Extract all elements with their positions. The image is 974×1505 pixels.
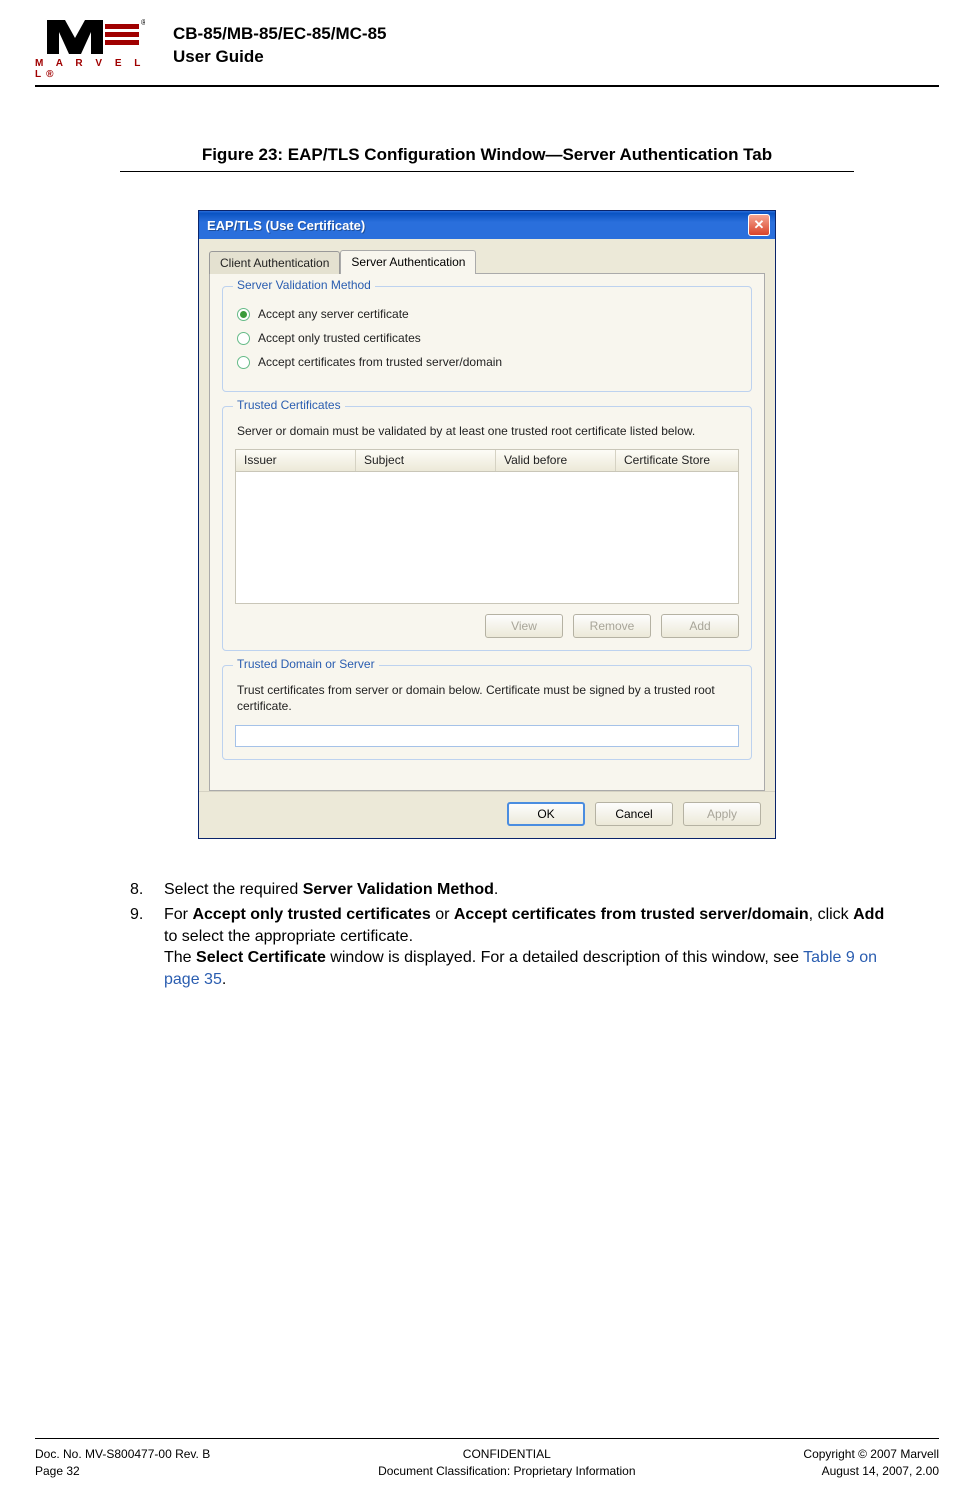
header-rule — [35, 85, 939, 87]
radio-icon — [237, 356, 250, 369]
cert-button-row: View Remove Add — [235, 614, 739, 638]
footer-rule — [35, 1438, 939, 1439]
footer-left: Doc. No. MV-S800477-00 Rev. B Page 32 — [35, 1446, 210, 1480]
remove-button[interactable]: Remove — [573, 614, 651, 638]
tab-client-auth[interactable]: Client Authentication — [209, 251, 340, 274]
radio-accept-domain[interactable]: Accept certificates from trusted server/… — [237, 355, 739, 369]
tab-panel-server-auth: Server Validation Method Accept any serv… — [209, 273, 765, 791]
group-trusted-certs: Trusted Certificates Server or domain mu… — [222, 406, 752, 651]
footer-right: Copyright © 2007 Marvell August 14, 2007… — [803, 1446, 939, 1480]
apply-button[interactable]: Apply — [683, 802, 761, 826]
col-valid[interactable]: Valid before — [496, 450, 616, 471]
ok-button[interactable]: OK — [507, 802, 585, 826]
footer-center: CONFIDENTIAL Document Classification: Pr… — [378, 1446, 635, 1480]
group-legend-trusted-certs: Trusted Certificates — [233, 398, 345, 412]
group-trusted-domain: Trusted Domain or Server Trust certifica… — [222, 665, 752, 759]
step-number: 9. — [130, 904, 164, 990]
group-server-validation: Server Validation Method Accept any serv… — [222, 286, 752, 392]
logo-text: M A R V E L L® — [35, 58, 155, 80]
step-9: 9. For Accept only trusted certificates … — [130, 904, 888, 990]
trusted-domain-note: Trust certificates from server or domain… — [237, 682, 739, 714]
titlebar[interactable]: EAP/TLS (Use Certificate) ✕ — [199, 211, 775, 239]
add-button[interactable]: Add — [661, 614, 739, 638]
step-8: 8. Select the required Server Validation… — [130, 879, 888, 901]
group-legend-trusted-domain: Trusted Domain or Server — [233, 657, 379, 671]
radio-label: Accept certificates from trusted server/… — [258, 355, 502, 369]
radio-icon — [237, 308, 250, 321]
trusted-certs-note: Server or domain must be validated by at… — [237, 423, 739, 439]
page-footer: Doc. No. MV-S800477-00 Rev. B Page 32 CO… — [35, 1446, 939, 1480]
step-number: 8. — [130, 879, 164, 901]
radio-accept-trusted[interactable]: Accept only trusted certificates — [237, 331, 739, 345]
radio-accept-any[interactable]: Accept any server certificate — [237, 307, 739, 321]
svg-text:®: ® — [141, 18, 145, 27]
radio-label: Accept any server certificate — [258, 307, 409, 321]
instruction-steps: 8. Select the required Server Validation… — [130, 879, 888, 991]
col-issuer[interactable]: Issuer — [236, 450, 356, 471]
dialog-button-bar: OK Cancel Apply — [199, 791, 775, 838]
step-body: For Accept only trusted certificates or … — [164, 904, 888, 990]
cancel-button[interactable]: Cancel — [595, 802, 673, 826]
tab-strip: Client Authentication Server Authenticat… — [199, 239, 775, 273]
window-title: EAP/TLS (Use Certificate) — [207, 218, 365, 233]
close-icon[interactable]: ✕ — [748, 214, 770, 236]
eap-tls-window: EAP/TLS (Use Certificate) ✕ Client Authe… — [198, 210, 776, 839]
cert-list[interactable]: Issuer Subject Valid before Certificate … — [235, 449, 739, 604]
group-legend-validation: Server Validation Method — [233, 278, 375, 292]
cert-list-header: Issuer Subject Valid before Certificate … — [236, 450, 738, 472]
radio-icon — [237, 332, 250, 345]
step-body: Select the required Server Validation Me… — [164, 879, 888, 901]
col-store[interactable]: Certificate Store — [616, 450, 738, 471]
trusted-domain-input[interactable] — [235, 725, 739, 747]
tab-server-auth[interactable]: Server Authentication — [340, 250, 476, 274]
document-title: CB-85/MB-85/EC-85/MC-85 User Guide — [173, 23, 387, 69]
radio-label: Accept only trusted certificates — [258, 331, 421, 345]
figure-rule — [120, 171, 854, 172]
view-button[interactable]: View — [485, 614, 563, 638]
marvell-logo: ® M A R V E L L® — [35, 18, 155, 73]
figure-caption: Figure 23: EAP/TLS Configuration Window—… — [0, 145, 974, 165]
col-subject[interactable]: Subject — [356, 450, 496, 471]
